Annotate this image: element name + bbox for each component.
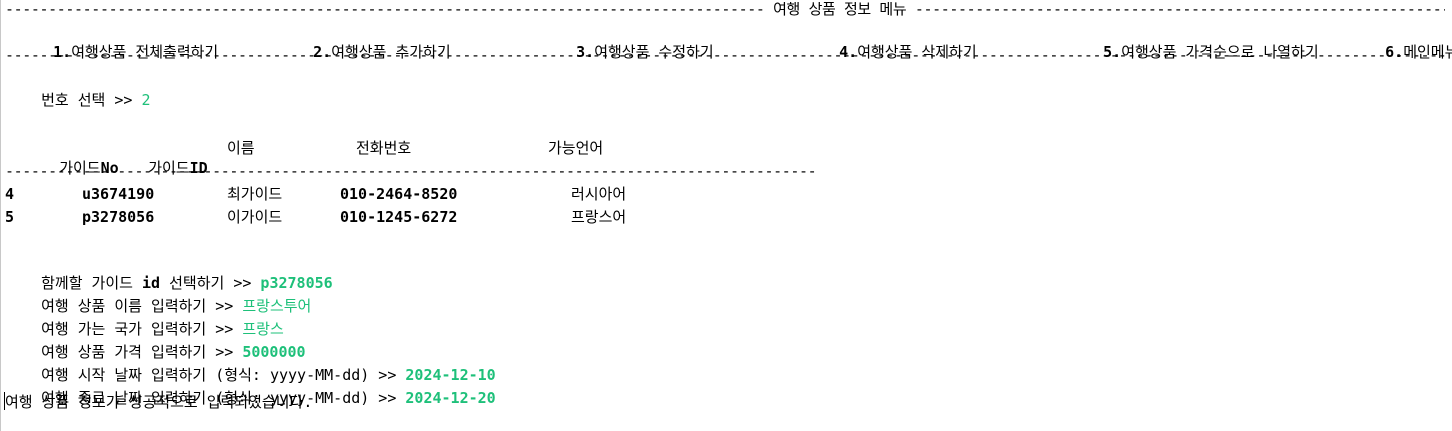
header-language: 가능언어 xyxy=(548,139,604,157)
header-phone: 전화번호 xyxy=(356,139,412,157)
select-prompt-label: 번호 선택 >> xyxy=(41,91,142,109)
end-date-value: 2024-12-20 xyxy=(405,389,496,407)
table-cell-id: p3278056 xyxy=(82,208,155,226)
console-output[interactable]: ----------------------------------------… xyxy=(0,0,1452,431)
select-prompt-value: 2 xyxy=(141,91,151,109)
menu-title-rule: ----------------------------------------… xyxy=(5,2,1445,16)
table-cell-no: 4 xyxy=(5,185,15,203)
select-prompt: 번호 선택 >> 2 xyxy=(5,70,151,130)
table-cell-id: u3674190 xyxy=(82,185,155,203)
table-rule: ----------------------------------------… xyxy=(5,164,817,178)
table-cell-phone: 010-2464-8520 xyxy=(340,185,458,203)
header-name: 이름 xyxy=(227,139,255,157)
result-message: 여행 상품 정보가 성공적으로 입력되었습니다. xyxy=(5,393,313,411)
table-cell-name: 최가이드 xyxy=(227,185,283,203)
table-cell-phone: 010-1245-6272 xyxy=(340,208,458,226)
table-cell-no: 5 xyxy=(5,208,15,226)
table-cell-language: 러시아어 xyxy=(571,185,627,203)
table-cell-name: 이가이드 xyxy=(227,208,283,226)
table-cell-language: 프랑스어 xyxy=(571,208,627,226)
menu-bottom-rule: ----------------------------------------… xyxy=(5,48,1445,62)
